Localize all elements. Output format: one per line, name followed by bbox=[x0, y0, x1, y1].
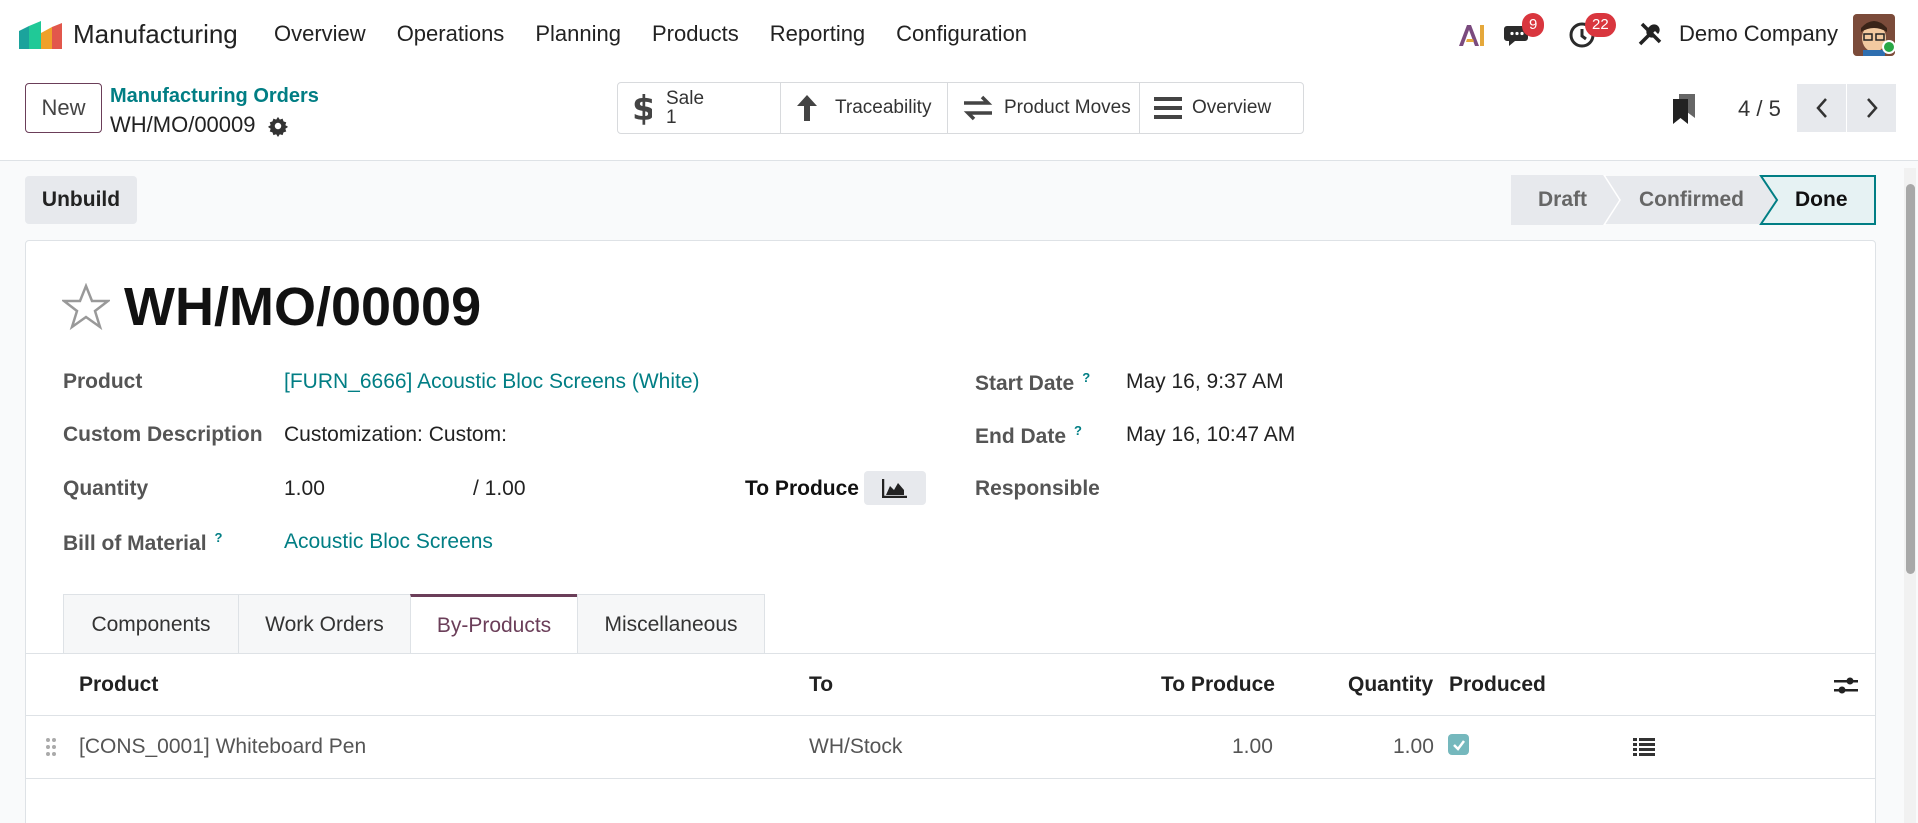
tab-by-products[interactable]: By-Products bbox=[410, 594, 578, 654]
menu-reporting[interactable]: Reporting bbox=[770, 21, 865, 47]
sale-smart-button[interactable]: $ Sale 1 bbox=[618, 83, 781, 133]
tab-components[interactable]: Components bbox=[63, 594, 239, 654]
gear-icon[interactable] bbox=[267, 115, 289, 137]
activity-badge: 22 bbox=[1585, 13, 1616, 37]
custom-description-label: Custom Description bbox=[63, 423, 263, 446]
column-produced[interactable]: Produced bbox=[1449, 673, 1546, 697]
quantity-value[interactable]: 1.00 bbox=[284, 477, 325, 501]
start-date-help-icon[interactable]: ? bbox=[1082, 370, 1090, 385]
company-switcher[interactable]: Demo Company bbox=[1679, 21, 1838, 47]
breadcrumb-parent[interactable]: Manufacturing Orders bbox=[110, 85, 319, 108]
tab-miscellaneous[interactable]: Miscellaneous bbox=[577, 594, 765, 654]
scrollbar-thumb[interactable] bbox=[1906, 184, 1915, 574]
start-date-value[interactable]: May 16, 9:37 AM bbox=[1126, 370, 1284, 394]
smart-buttons: $ Sale 1 Traceability Product Moves Over… bbox=[617, 82, 1304, 134]
debug-tools-icon[interactable] bbox=[1636, 20, 1664, 48]
start-date-label: Start Date? bbox=[975, 370, 1091, 395]
unbuild-button[interactable]: Unbuild bbox=[25, 176, 137, 224]
row-quantity[interactable]: 1.00 bbox=[1393, 735, 1434, 759]
tab-work-orders[interactable]: Work Orders bbox=[238, 594, 411, 654]
manufacturing-app-icon[interactable] bbox=[19, 19, 62, 49]
traceability-smart-button[interactable]: Traceability bbox=[781, 83, 948, 133]
menu-overview[interactable]: Overview bbox=[274, 21, 366, 47]
menu-operations[interactable]: Operations bbox=[397, 21, 505, 47]
pager-next-button[interactable] bbox=[1847, 84, 1896, 132]
row-to[interactable]: WH/Stock bbox=[809, 735, 902, 759]
bom-label: Bill of Material? bbox=[63, 530, 223, 555]
chevron-right-icon bbox=[1866, 98, 1878, 118]
responsible-label: Responsible bbox=[975, 477, 1100, 500]
menu-products[interactable]: Products bbox=[652, 21, 739, 47]
breadcrumb-current: WH/MO/00009 bbox=[110, 112, 256, 137]
area-chart-icon bbox=[882, 479, 907, 498]
pager-previous-button[interactable] bbox=[1797, 84, 1846, 132]
forecast-chart-button[interactable] bbox=[864, 471, 926, 505]
arrow-up-icon bbox=[797, 95, 817, 121]
record-title: WH/MO/00009 bbox=[124, 277, 482, 337]
column-quantity[interactable]: Quantity bbox=[1348, 673, 1433, 697]
product-moves-label: Product Moves bbox=[1004, 97, 1131, 118]
quantity-label: Quantity bbox=[63, 477, 149, 500]
notebook-tabs: Components Work Orders By-Products Misce… bbox=[63, 594, 765, 654]
dollar-icon: $ bbox=[632, 91, 652, 125]
traceability-label: Traceability bbox=[835, 97, 932, 118]
product-value[interactable]: [FURN_6666] Acoustic Bloc Screens (White… bbox=[284, 370, 700, 394]
exchange-arrows-icon bbox=[963, 95, 993, 121]
produced-checkbox[interactable] bbox=[1448, 734, 1469, 755]
main-menu: Overview Operations Planning Products Re… bbox=[274, 21, 1058, 47]
custom-description-value[interactable]: Customization: Custom: bbox=[284, 423, 507, 447]
app-title[interactable]: Manufacturing bbox=[73, 19, 238, 50]
stage-done[interactable]: Done bbox=[1795, 188, 1848, 212]
drag-handle-icon[interactable] bbox=[45, 737, 57, 757]
product-moves-smart-button[interactable]: Product Moves bbox=[948, 83, 1140, 133]
list-bars-icon bbox=[1154, 97, 1182, 119]
stage-draft[interactable]: Draft bbox=[1538, 188, 1587, 212]
quantity-total: / 1.00 bbox=[473, 477, 526, 500]
check-icon bbox=[1452, 739, 1465, 751]
end-date-value[interactable]: May 16, 10:47 AM bbox=[1126, 423, 1295, 447]
pager-value[interactable]: 4 / 5 bbox=[1738, 96, 1781, 122]
stage-confirmed[interactable]: Confirmed bbox=[1639, 188, 1744, 212]
new-button[interactable]: New bbox=[25, 83, 102, 133]
row-to-produce[interactable]: 1.00 bbox=[1232, 735, 1273, 759]
bom-help-icon[interactable]: ? bbox=[215, 530, 223, 545]
product-label: Product bbox=[63, 370, 143, 393]
table-header: Product To To Produce Quantity Produced bbox=[26, 653, 1875, 716]
sale-count: 1 bbox=[666, 107, 677, 128]
bookmarks-icon[interactable] bbox=[1671, 94, 1697, 124]
row-product[interactable]: [CONS_0001] Whiteboard Pen bbox=[79, 735, 366, 759]
online-status-dot bbox=[1882, 40, 1896, 54]
overview-smart-button[interactable]: Overview bbox=[1140, 83, 1303, 133]
column-to[interactable]: To bbox=[809, 673, 833, 697]
end-date-label: End Date? bbox=[975, 423, 1082, 448]
bom-value[interactable]: Acoustic Bloc Screens bbox=[284, 530, 493, 554]
column-to-produce[interactable]: To Produce bbox=[1161, 673, 1275, 697]
detailed-operations-icon[interactable] bbox=[1633, 738, 1655, 756]
ai-icon[interactable] bbox=[1456, 20, 1486, 50]
overview-label: Overview bbox=[1192, 97, 1272, 118]
table-row[interactable]: [CONS_0001] Whiteboard Pen WH/Stock 1.00… bbox=[26, 716, 1875, 779]
menu-planning[interactable]: Planning bbox=[535, 21, 621, 47]
optional-columns-icon[interactable] bbox=[1834, 675, 1858, 697]
sale-label: Sale bbox=[666, 88, 705, 109]
favorite-star-icon[interactable] bbox=[62, 283, 110, 331]
menu-configuration[interactable]: Configuration bbox=[896, 21, 1027, 47]
end-date-help-icon[interactable]: ? bbox=[1074, 423, 1082, 438]
to-produce-label: To Produce bbox=[745, 477, 859, 500]
chevron-left-icon bbox=[1815, 98, 1827, 118]
top-navbar: Manufacturing Overview Operations Planni… bbox=[0, 0, 1918, 70]
svg-text:$: $ bbox=[632, 91, 652, 125]
chat-badge: 9 bbox=[1522, 13, 1545, 37]
column-product[interactable]: Product bbox=[79, 673, 158, 697]
control-panel: New Manufacturing Orders WH/MO/00009 $ S… bbox=[0, 70, 1918, 161]
